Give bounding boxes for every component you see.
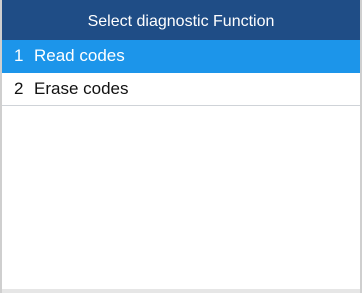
menu-item-label: Erase codes [34, 79, 129, 98]
menu-item-read-codes[interactable]: 1 Read codes [2, 40, 360, 73]
title-bar: Select diagnostic Function [2, 0, 360, 40]
menu-item-number: 1 [14, 46, 24, 65]
diagnostic-screen: Select diagnostic Function 1 Read codes … [0, 0, 362, 293]
menu-item-label: Read codes [34, 46, 125, 65]
menu-item-erase-codes[interactable]: 2 Erase codes [2, 73, 360, 106]
menu-item-number: 2 [14, 79, 24, 98]
page-title: Select diagnostic Function [87, 13, 275, 30]
menu-empty-area [2, 106, 360, 292]
screen-bottom-edge [2, 289, 360, 293]
